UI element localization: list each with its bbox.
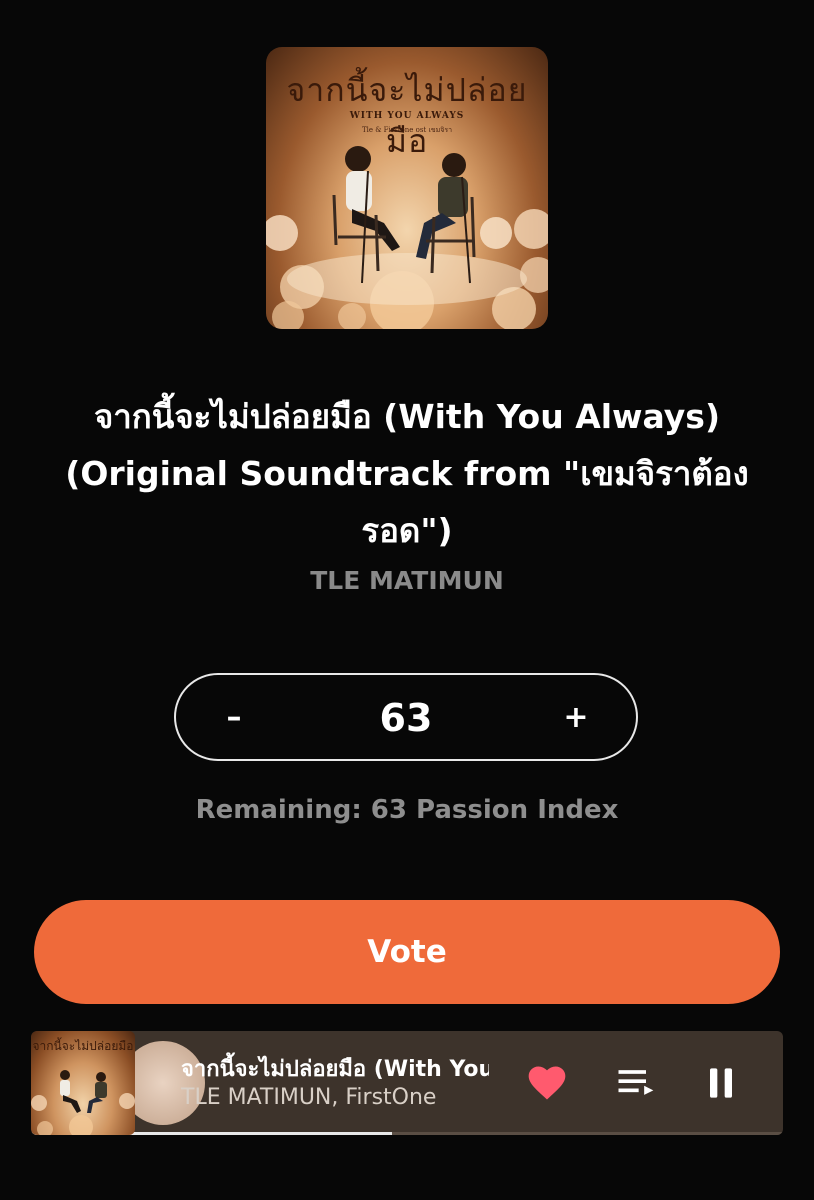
song-title: จากนี้จะไม่ปล่อยมือ (With You Always) (O… [65,397,749,550]
vote-button[interactable]: Vote [34,900,780,1004]
playback-progress-track[interactable] [31,1132,783,1135]
mini-artwork-title: จากนี้จะไม่ปล่อยมือ [32,1039,134,1053]
song-artist: TLE MATIMUN [310,566,504,595]
queue-icon[interactable] [613,1061,657,1105]
mini-player-title: จากนี้จะไม่ปล่อยมือ (With You Always) [181,1057,489,1082]
vote-count-stepper: – 63 + [174,673,638,761]
vote-count-value: 63 [379,696,433,740]
decrement-button[interactable]: – [204,691,264,745]
pause-icon[interactable] [699,1061,743,1105]
increment-button[interactable]: + [546,691,606,745]
mini-player-thumbnail[interactable]: จากนี้จะไม่ปล่อยมือ [31,1031,135,1135]
album-art: จากนี้จะไม่ปล่อยมือ WITH YOU ALWAYS Tle … [266,47,548,329]
mini-player-artist: TLE MATIMUN, FirstOne [181,1085,437,1110]
app-screen: จากนี้จะไม่ปล่อยมือ WITH YOU ALWAYS Tle … [0,0,814,1200]
remaining-passion-index: Remaining: 63 Passion Index [195,795,619,825]
album-art-subtitle: WITH YOU ALWAYS [349,111,465,121]
mini-player-artwork: จากนี้จะไม่ปล่อยมือ [31,1031,135,1135]
heart-icon[interactable] [525,1061,569,1105]
album-art-credit: Tle & Firstone ost เขมจิรา [361,126,453,134]
mini-player[interactable]: จากนี้จะไม่ปล่อยมือ จากนี้จะไม่ปล่อยมือ … [31,1031,783,1135]
